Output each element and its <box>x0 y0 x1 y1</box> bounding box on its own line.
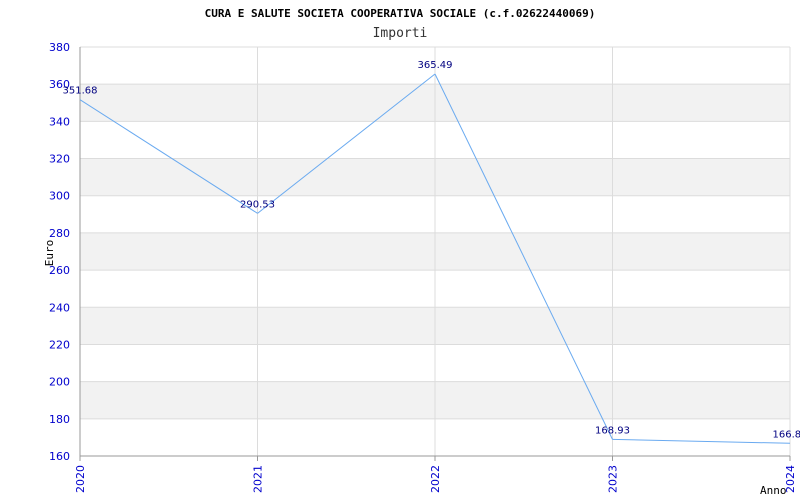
data-label: 365.49 <box>418 60 453 71</box>
x-axis-label: Anno <box>760 484 787 497</box>
y-tick-label: 240 <box>49 301 70 314</box>
data-label: 290.53 <box>240 199 275 210</box>
y-tick-label: 340 <box>49 115 70 128</box>
chart-title: CURA E SALUTE SOCIETA COOPERATIVA SOCIAL… <box>205 7 596 20</box>
y-tick-label: 200 <box>49 376 70 389</box>
series-line-segment <box>612 438 791 444</box>
y-tick-label: 160 <box>49 450 70 463</box>
x-tick-label: 2021 <box>252 465 265 493</box>
y-tick-label: 280 <box>49 227 70 240</box>
x-tick-label: 2023 <box>607 465 620 493</box>
data-label: 166.83 <box>773 429 800 440</box>
data-label: 168.93 <box>595 425 630 436</box>
y-tick-label: 220 <box>49 338 70 351</box>
chart-subtitle: Importi <box>373 26 428 41</box>
y-tick-label: 300 <box>49 190 70 203</box>
chart: 160180200220240260280300320340360380 202… <box>43 7 800 497</box>
data-label: 351.68 <box>63 86 98 97</box>
y-axis-label: Euro <box>43 240 56 267</box>
y-tick-label: 320 <box>49 153 70 166</box>
x-tick-labels: 2020 2021 2022 2023 2024 <box>74 465 797 493</box>
y-tick-label: 380 <box>49 41 70 54</box>
y-tick-label: 180 <box>49 413 70 426</box>
x-tick-label: 2022 <box>429 465 442 493</box>
x-tick-label: 2020 <box>74 465 87 493</box>
